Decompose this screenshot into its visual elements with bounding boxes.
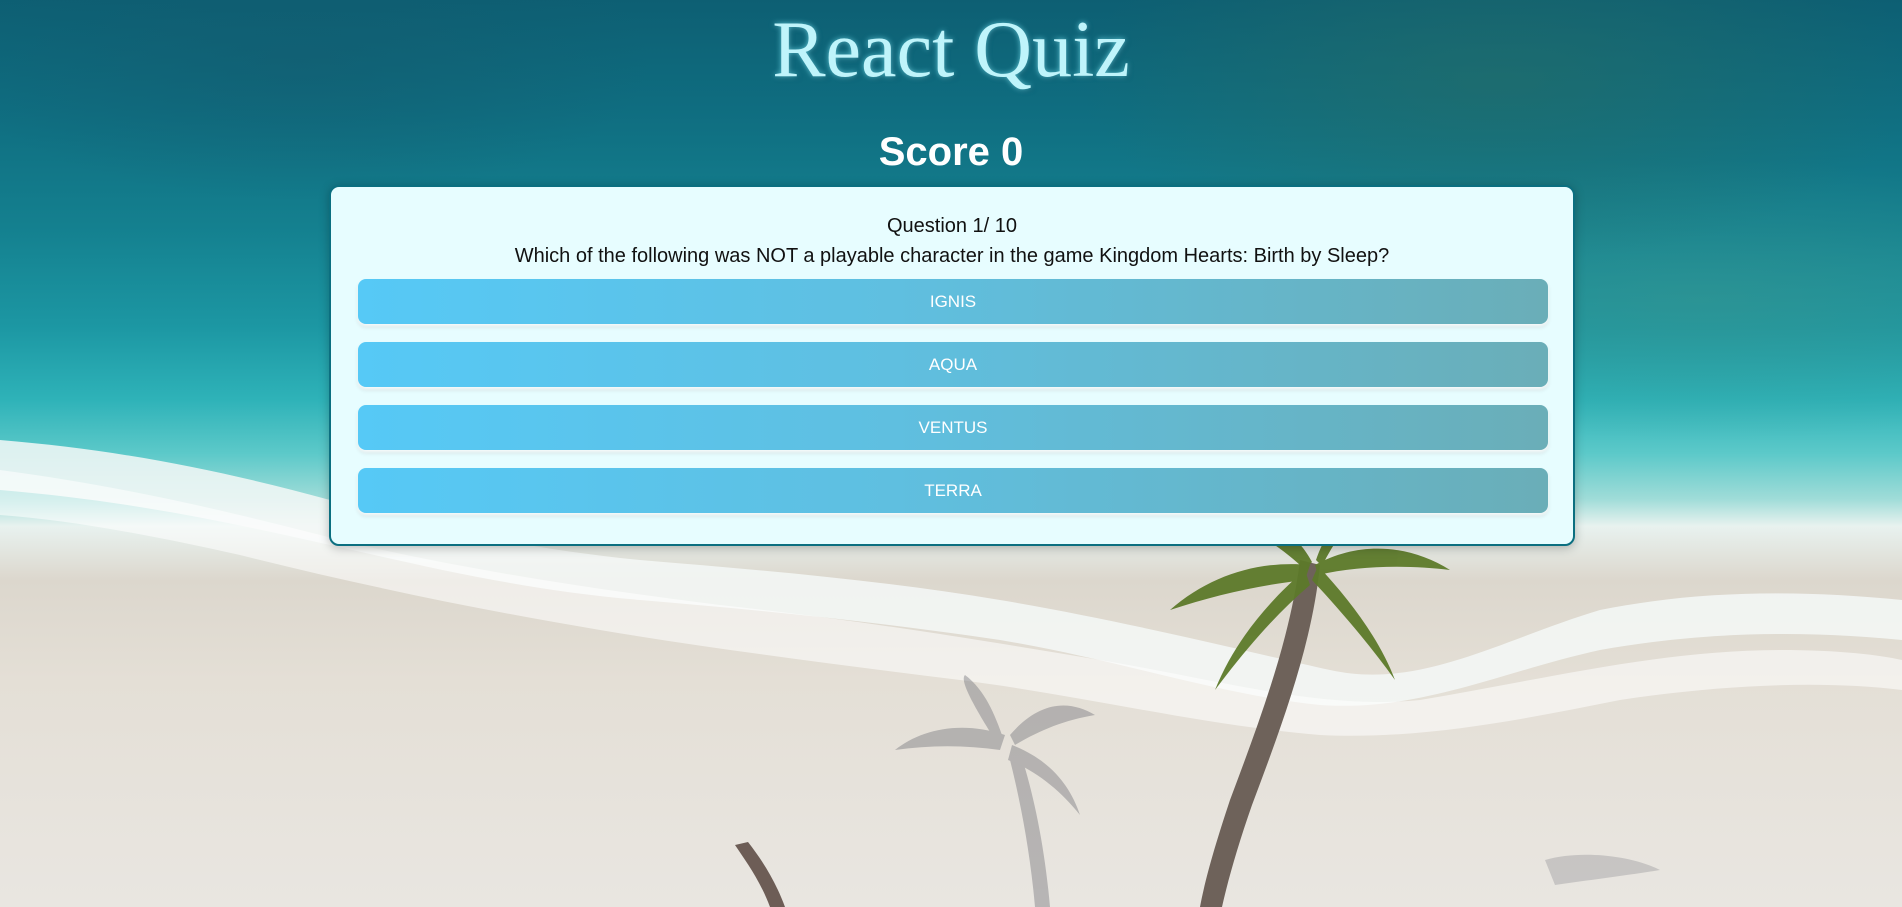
answer-button-terra[interactable]: TERRA xyxy=(358,468,1548,513)
answer-button-aqua[interactable]: AQUA xyxy=(358,342,1548,387)
score-display: Score 0 xyxy=(878,130,1024,174)
question-text: Which of the following was NOT a playabl… xyxy=(514,245,1390,267)
app-title: React Quiz xyxy=(772,6,1130,94)
answer-button-ventus[interactable]: VENTUS xyxy=(358,405,1548,450)
question-number: Question 1/ 10 xyxy=(886,215,1018,237)
answer-list: IGNIS AQUA VENTUS TERRA xyxy=(358,279,1548,531)
quiz-card: Question 1/ 10 Which of the following wa… xyxy=(329,185,1575,546)
answer-button-ignis[interactable]: IGNIS xyxy=(358,279,1548,324)
